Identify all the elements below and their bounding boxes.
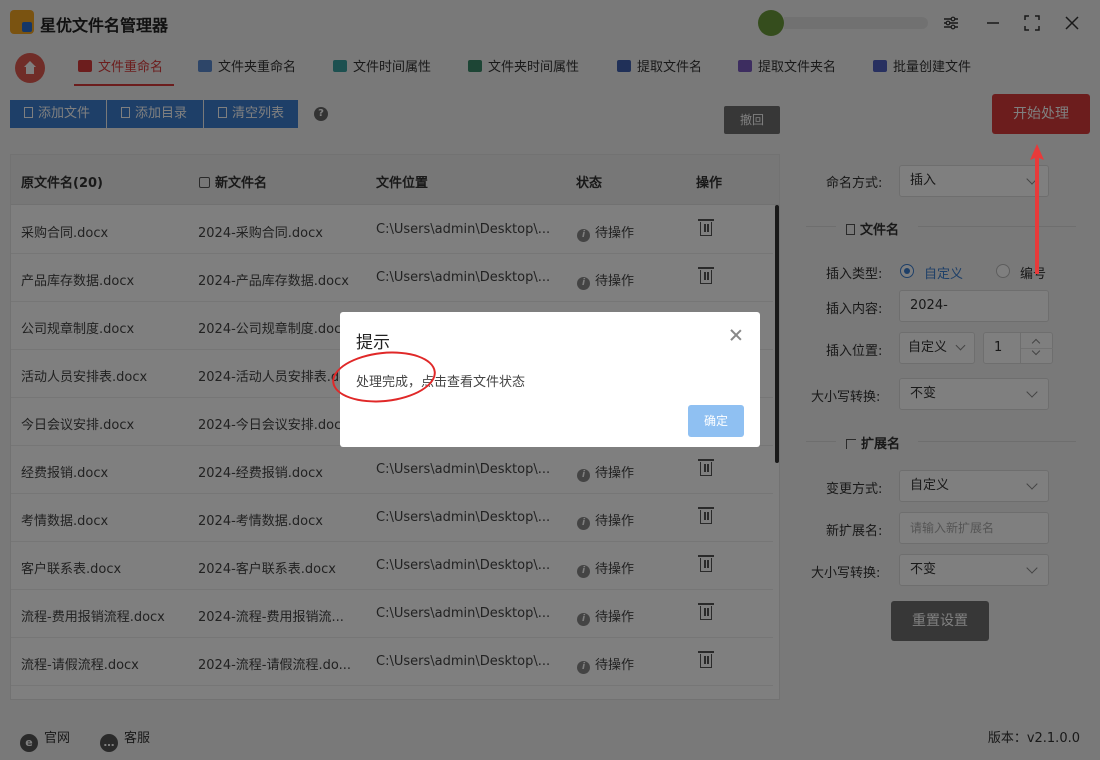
dialog-title: 提示	[356, 333, 390, 353]
close-icon[interactable]	[728, 328, 744, 344]
ok-button[interactable]: 确定	[688, 405, 744, 437]
annotation-arrow-icon	[1030, 144, 1044, 274]
